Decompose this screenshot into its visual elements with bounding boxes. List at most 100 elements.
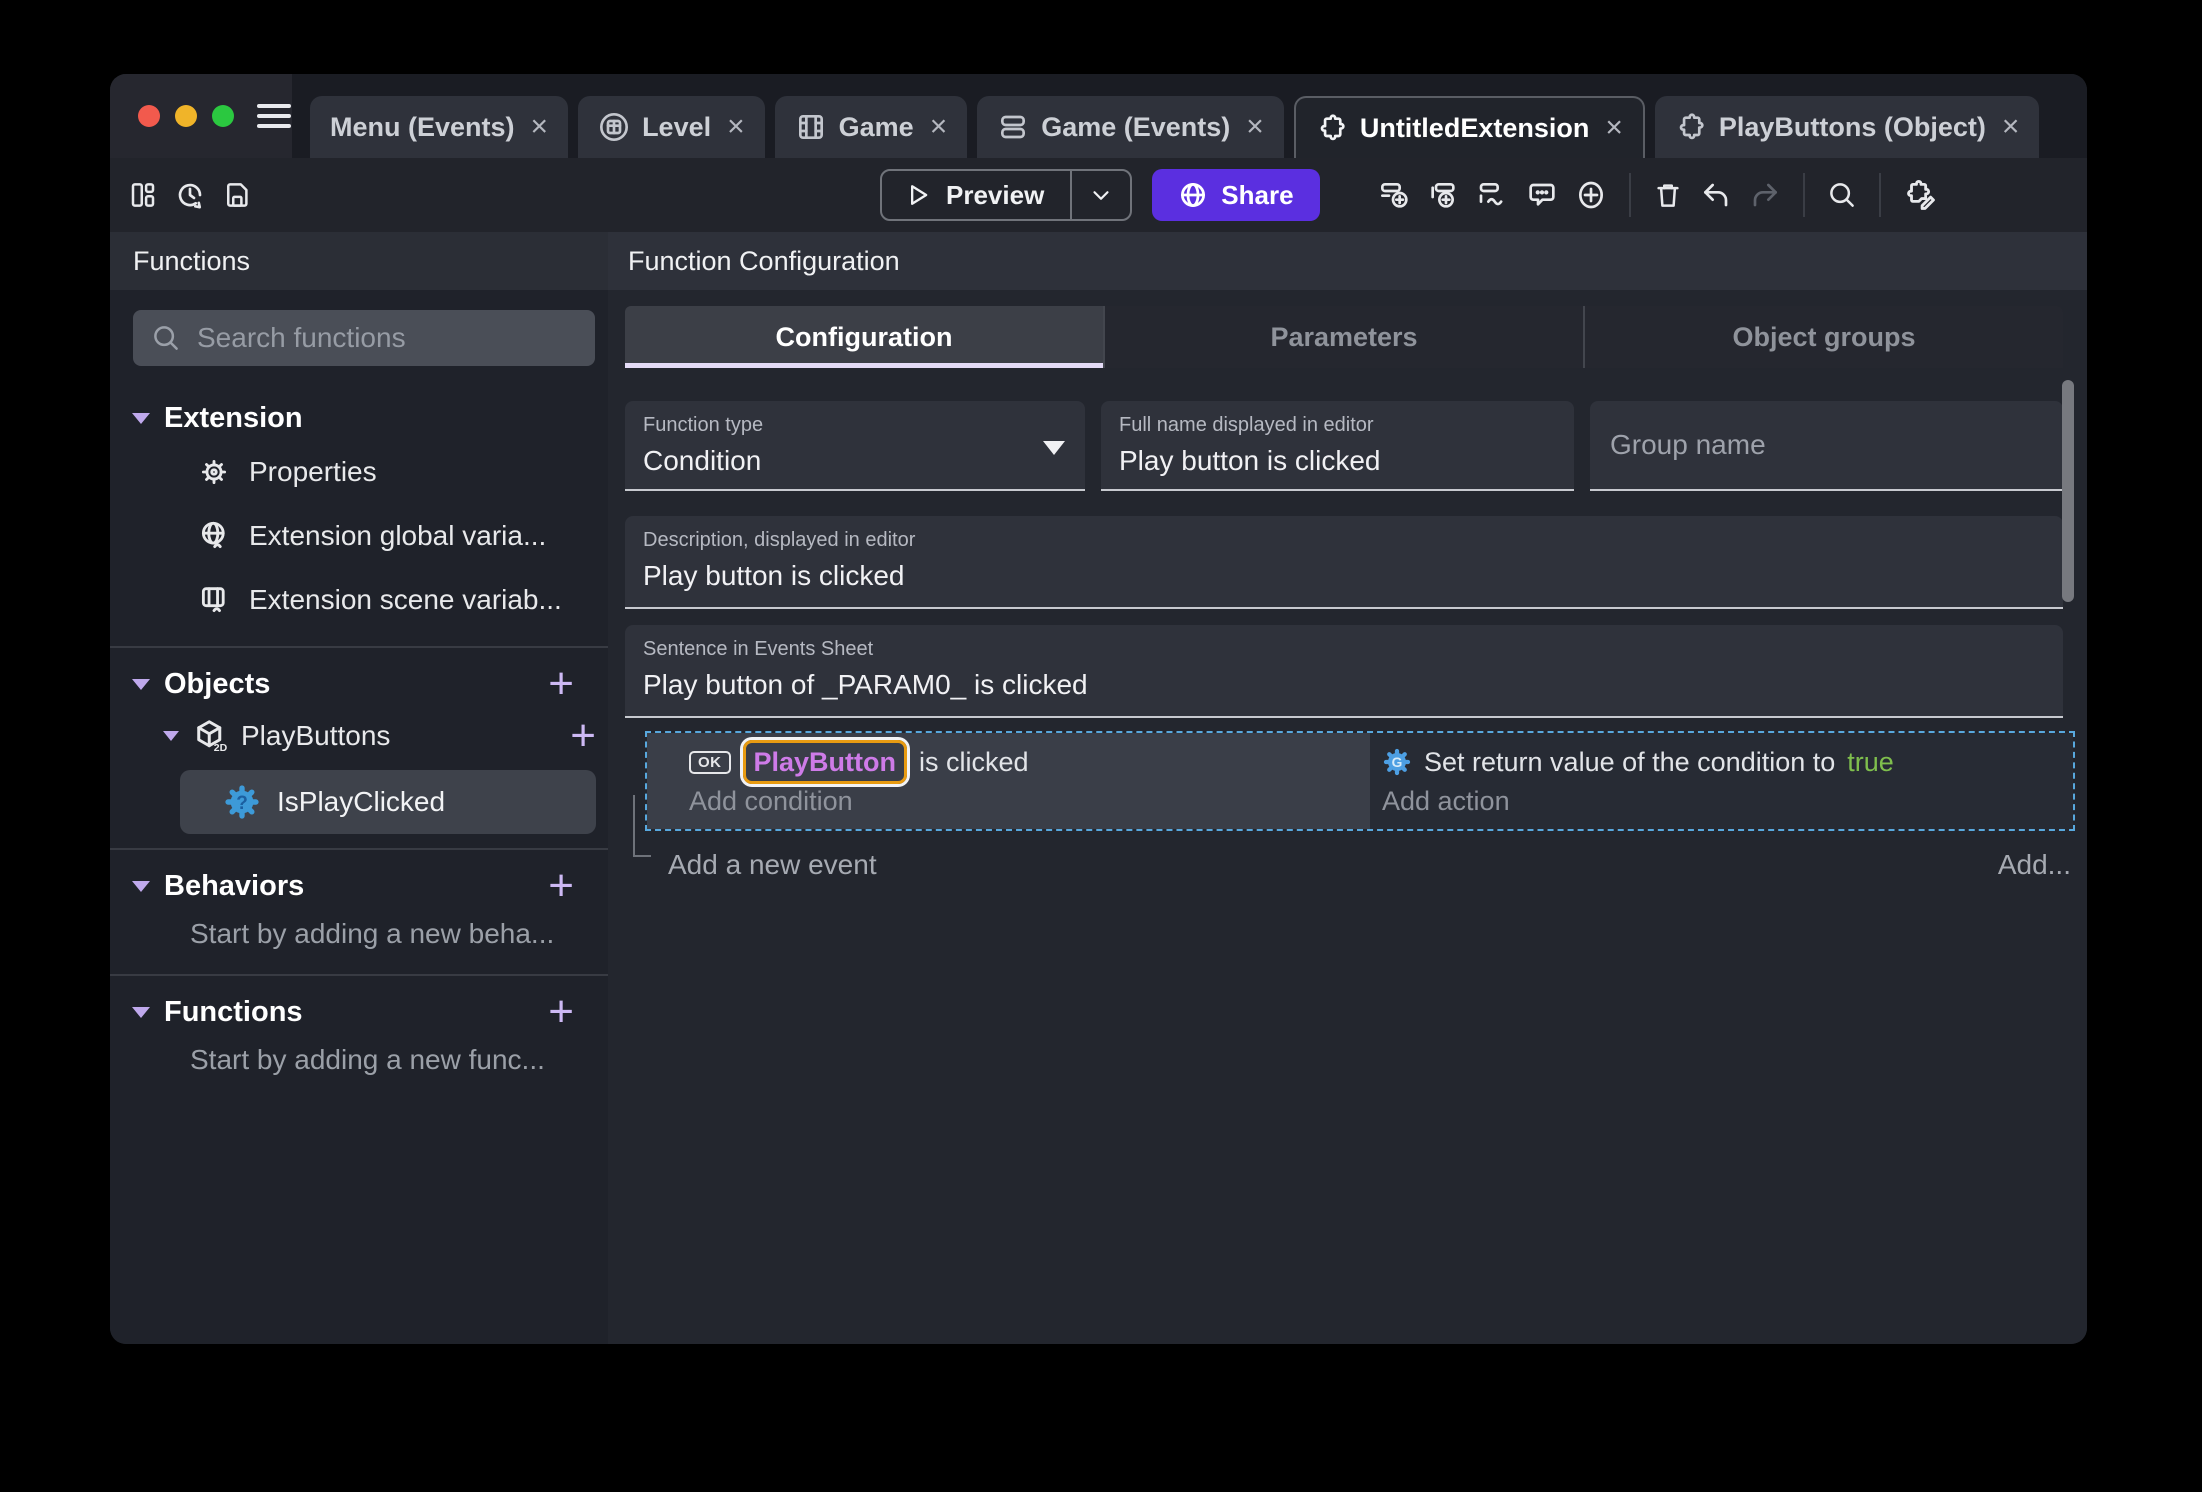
add-action-button[interactable]: Add action [1382, 786, 2073, 817]
toolbar-right [1379, 158, 1937, 232]
close-icon[interactable]: × [930, 112, 948, 142]
add-function-button[interactable]: + [548, 990, 574, 1034]
configuration-form: Function type Condition Full name displa… [608, 401, 2087, 718]
add-other-event-icon[interactable] [1477, 179, 1509, 211]
sidebar-item-extension-scene-variables[interactable]: Extension scene variab... [110, 568, 608, 632]
description-field[interactable]: Description, displayed in editor Play bu… [625, 516, 2063, 609]
edit-extension-icon[interactable] [1903, 178, 1937, 212]
item-label: Extension global varia... [249, 520, 547, 551]
dropdown-caret-icon [1043, 441, 1065, 455]
toolbar-divider [1629, 173, 1631, 217]
tab-game[interactable]: Game × [774, 96, 968, 158]
chevron-down-icon[interactable] [132, 1006, 150, 1018]
close-icon[interactable]: × [531, 112, 549, 142]
undo-icon[interactable] [1700, 179, 1732, 211]
gear-icon [197, 455, 231, 489]
section-objects[interactable]: Objects + [110, 662, 608, 706]
event-bracket [633, 795, 651, 857]
add-new-event-button[interactable]: Add a new event [668, 849, 877, 881]
field-label: Full name displayed in editor [1119, 414, 1374, 436]
toolbar-center: Preview Share [880, 169, 1320, 221]
share-label: Share [1221, 179, 1294, 210]
search-functions-input[interactable] [195, 321, 577, 355]
action-text: Set return value of the condition to [1424, 746, 1836, 777]
film-icon [795, 111, 827, 143]
sidebar-item-playbuttons[interactable]: 2D PlayButtons + [110, 706, 608, 766]
comment-icon[interactable] [1526, 179, 1558, 211]
full-name-field[interactable]: Full name displayed in editor Play butto… [1101, 401, 1574, 491]
section-functions[interactable]: Functions + [110, 990, 608, 1034]
section-behaviors[interactable]: Behaviors + [110, 864, 608, 908]
chevron-down-icon[interactable] [132, 880, 150, 892]
fullscreen-window-button[interactable] [212, 105, 234, 127]
search-icon[interactable] [1827, 180, 1857, 210]
add-circle-icon[interactable] [1575, 179, 1607, 211]
preview-button[interactable]: Preview [880, 169, 1133, 221]
tab-menu-events[interactable]: Menu (Events) × [310, 96, 569, 158]
item-label: Extension scene variab... [249, 584, 562, 615]
tab-parameters[interactable]: Parameters [1103, 306, 1583, 368]
section-extension[interactable]: Extension [110, 396, 608, 440]
sidebar-item-isplayclicked[interactable]: ? IsPlayClicked [180, 770, 596, 834]
chevron-down-icon[interactable] [132, 412, 150, 424]
function-configuration-panel: Function Configuration Configuration Par… [608, 232, 2087, 1344]
add-condition-button[interactable]: Add condition [689, 786, 1370, 817]
preview-options-button[interactable] [1070, 171, 1130, 219]
redo-icon[interactable] [1749, 179, 1781, 211]
selected-object-name[interactable]: PlayButton [742, 740, 908, 784]
item-label: Properties [249, 456, 377, 487]
tab-playbuttons-object[interactable]: PlayButtons (Object) × [1654, 96, 2040, 158]
save-icon[interactable] [222, 180, 252, 210]
conditions-column[interactable]: OK PlayButton is clicked Add condition [647, 733, 1370, 829]
close-window-button[interactable] [138, 105, 160, 127]
divider [110, 646, 608, 648]
scene-icon [598, 111, 630, 143]
tab-label: Game [838, 111, 914, 142]
sidebar-item-properties[interactable]: Properties [110, 440, 608, 504]
share-button[interactable]: Share [1152, 169, 1320, 221]
close-icon[interactable]: × [727, 112, 745, 142]
tab-object-groups[interactable]: Object groups [1583, 306, 2063, 368]
chevron-down-icon[interactable] [132, 678, 150, 690]
toolbar: Preview Share [110, 158, 2087, 232]
add-behavior-button[interactable]: + [548, 864, 574, 908]
tab-untitled-extension[interactable]: UntitledExtension × [1293, 96, 1645, 158]
panel-title: Function Configuration [608, 232, 2087, 290]
minimize-window-button[interactable] [175, 105, 197, 127]
sidebar-item-extension-global-variables[interactable]: Extension global varia... [110, 504, 608, 568]
section-label: Objects [164, 667, 271, 700]
actions-column[interactable]: G Set return value of the condition to t… [1370, 733, 2073, 829]
scrollbar-thumb[interactable] [2062, 380, 2074, 602]
tab-game-events[interactable]: Game (Events) × [977, 96, 1284, 158]
project-manager-icon[interactable] [128, 180, 158, 210]
chevron-down-icon [1093, 191, 1109, 200]
app-window: Menu (Events) × Level × Game × Game (Eve… [110, 74, 2087, 1344]
add-object-button[interactable]: + [548, 662, 574, 706]
event-row[interactable]: OK PlayButton is clicked Add condition G… [633, 731, 2075, 857]
group-name-field[interactable] [1590, 401, 2063, 491]
menu-icon[interactable] [257, 104, 291, 128]
field-value: Play button of _PARAM0_ is clicked [643, 669, 1088, 700]
tab-configuration[interactable]: Configuration [625, 306, 1103, 368]
chevron-down-icon[interactable] [163, 731, 179, 741]
close-icon[interactable]: × [1246, 112, 1264, 142]
button-ok-icon: OK [689, 750, 731, 774]
titlebar: Menu (Events) × Level × Game × Game (Eve… [110, 74, 2087, 158]
add-object-function-button[interactable]: + [570, 714, 596, 758]
sentence-field[interactable]: Sentence in Events Sheet Play button of … [625, 625, 2063, 718]
add-event-icon[interactable] [1379, 179, 1411, 211]
field-value: Play button is clicked [1119, 445, 1381, 476]
search-functions-box[interactable] [133, 310, 595, 366]
add-more-button[interactable]: Add... [1998, 849, 2071, 881]
svg-text:?: ? [236, 793, 248, 814]
add-subevent-icon[interactable] [1428, 179, 1460, 211]
delete-icon[interactable] [1653, 180, 1683, 210]
history-icon[interactable] [174, 179, 206, 211]
close-icon[interactable]: × [2002, 112, 2020, 142]
close-icon[interactable]: × [1605, 113, 1623, 143]
tab-level[interactable]: Level × [578, 96, 765, 158]
function-type-select[interactable]: Function type Condition [625, 401, 1085, 491]
object-2d-icon: 2D [192, 718, 228, 754]
behaviors-empty-hint: Start by adding a new beha... [190, 918, 555, 949]
group-name-input[interactable] [1608, 428, 2047, 462]
